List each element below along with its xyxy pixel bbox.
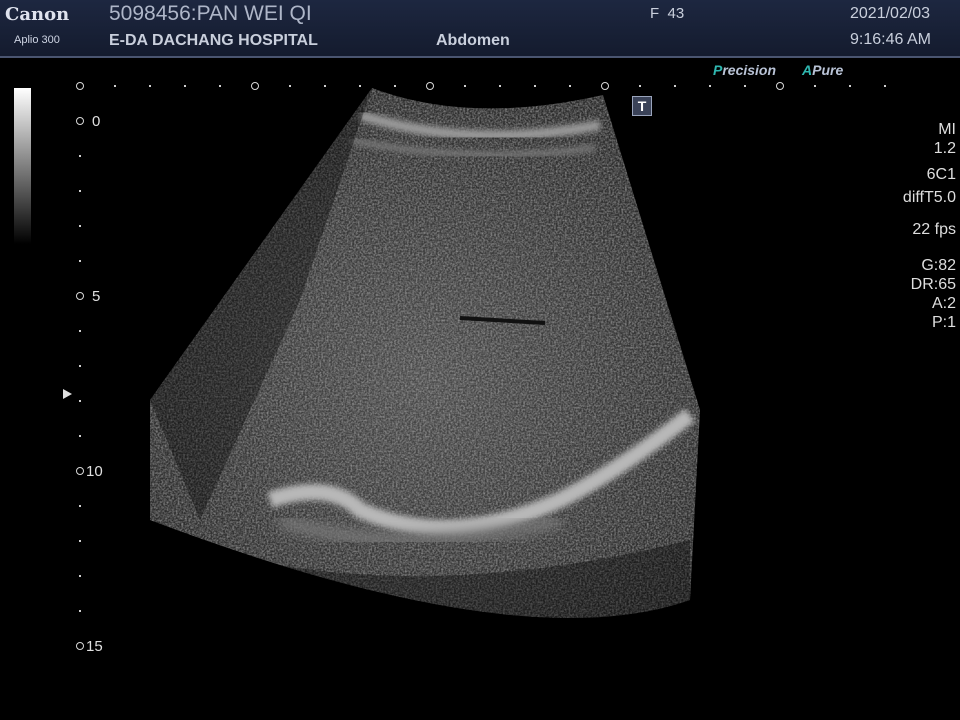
depth-label-15: 15 [86, 638, 103, 655]
depth-minor-tick [79, 505, 81, 507]
depth-minor-tick [79, 365, 81, 367]
lateral-minor-tick [849, 85, 851, 87]
mi-label: MI [938, 121, 956, 138]
lateral-major-tick [251, 82, 259, 90]
a-value: A:2 [931, 295, 956, 312]
dynamic-range-value: DR:65 [910, 276, 956, 293]
mi-value: 1.2 [933, 140, 956, 157]
depth-minor-tick [79, 260, 81, 262]
depth-minor-tick [79, 155, 81, 157]
depth-minor-tick [79, 190, 81, 192]
p-value: P:1 [931, 314, 956, 331]
lateral-major-tick [601, 82, 609, 90]
depth-minor-tick [79, 575, 81, 577]
depth-major-tick [76, 642, 84, 650]
lateral-minor-tick [674, 85, 676, 87]
lateral-minor-tick [324, 85, 326, 87]
lateral-minor-tick [464, 85, 466, 87]
lateral-minor-tick [534, 85, 536, 87]
depth-minor-tick [79, 540, 81, 542]
depth-label-5: 5 [92, 288, 101, 305]
lateral-minor-tick [184, 85, 186, 87]
lateral-minor-tick [359, 85, 361, 87]
lateral-minor-tick [709, 85, 711, 87]
lateral-minor-tick [289, 85, 291, 87]
depth-minor-tick [79, 435, 81, 437]
probe-orientation-marker: T [632, 96, 652, 116]
lateral-minor-tick [499, 85, 501, 87]
depth-minor-tick [79, 400, 81, 402]
lateral-major-tick [776, 82, 784, 90]
lateral-minor-tick [149, 85, 151, 87]
focus-marker-icon[interactable] [63, 389, 72, 399]
lateral-minor-tick [884, 85, 886, 87]
probe-name: 6C1 [926, 166, 956, 183]
depth-major-tick [76, 467, 84, 475]
ultrasound-image [150, 88, 700, 618]
harmonic-setting: diffT5.0 [902, 189, 956, 206]
depth-major-tick [76, 292, 84, 300]
depth-label-0: 0 [92, 113, 101, 130]
lateral-scale [0, 0, 960, 100]
lateral-minor-tick [814, 85, 816, 87]
lateral-major-tick [426, 82, 434, 90]
parameters-panel: MI 1.2 6C1 diffT5.0 22 fps G:82 DR:65 A:… [903, 120, 956, 332]
depth-scale: 0 5 10 15 [0, 0, 120, 720]
lateral-minor-tick [639, 85, 641, 87]
gain-value: G:82 [921, 257, 956, 274]
lateral-minor-tick [394, 85, 396, 87]
depth-minor-tick [79, 225, 81, 227]
frame-rate: 22 fps [912, 221, 956, 238]
depth-major-tick [76, 117, 84, 125]
lateral-minor-tick [744, 85, 746, 87]
lateral-minor-tick [569, 85, 571, 87]
depth-minor-tick [79, 330, 81, 332]
depth-label-10: 10 [86, 463, 103, 480]
lateral-minor-tick [219, 85, 221, 87]
depth-minor-tick [79, 610, 81, 612]
